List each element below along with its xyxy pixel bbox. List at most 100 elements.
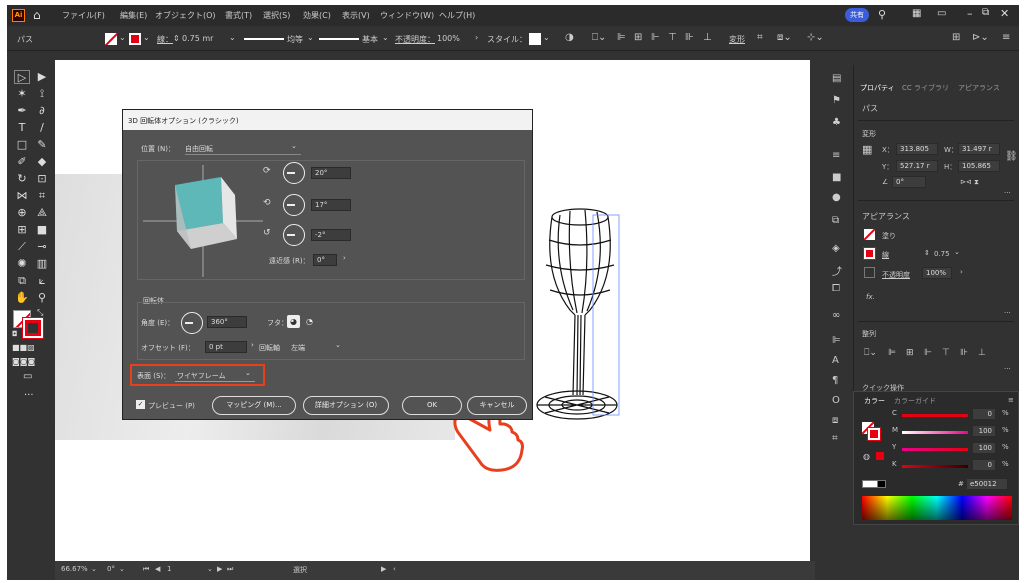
menu-effect[interactable]: 効果(C) xyxy=(303,10,331,21)
next-artboard-icon[interactable]: ▶ xyxy=(217,565,222,573)
fill-dropdown-icon[interactable]: ⌄ xyxy=(119,33,126,42)
color-panel-menu-icon[interactable]: ≡ xyxy=(1008,396,1014,404)
cap-off-button[interactable]: ◔ xyxy=(303,315,316,328)
transform-more-icon[interactable]: ··· xyxy=(1004,189,1011,197)
menu-type[interactable]: 書式(T) xyxy=(225,10,252,21)
stroke-color-indicator[interactable] xyxy=(22,317,44,339)
h-input[interactable]: 105.865 xyxy=(958,160,1000,172)
symbol-sprayer-icon[interactable]: ✺ xyxy=(14,257,30,271)
channel-y-slider[interactable] xyxy=(902,448,968,451)
width-tool-icon[interactable]: ⋈ xyxy=(14,189,30,203)
transform-panel-icon[interactable]: ⧈ xyxy=(832,415,838,426)
align-to-icon[interactable]: ⎕⌄ xyxy=(864,348,877,358)
w-input[interactable]: 31.497 r xyxy=(958,143,1000,155)
free-transform-icon[interactable]: ⌗ xyxy=(34,189,50,203)
tab-color-guide[interactable]: カラーガイド xyxy=(894,396,936,406)
close-icon[interactable]: ✕ xyxy=(1000,7,1009,20)
menu-select[interactable]: 選択(S) xyxy=(263,10,290,21)
align-selection-icon[interactable]: ⎕⌄ xyxy=(592,32,606,43)
isolate-icon[interactable]: ⌗ xyxy=(757,32,763,43)
brush-dropdown-icon[interactable]: ⌄ xyxy=(382,33,389,42)
style-dropdown-icon[interactable]: ⌄ xyxy=(543,33,550,42)
stroke-weight-stepper-icon[interactable]: ⇕ xyxy=(173,34,180,43)
type-tool-icon[interactable]: T xyxy=(14,121,30,135)
preview-checkbox[interactable]: ✓ xyxy=(136,400,145,409)
status-arrow-icon[interactable]: ▶ xyxy=(381,565,386,573)
magic-wand-icon[interactable]: ✶ xyxy=(14,87,30,101)
opacity-arrow-icon[interactable]: › xyxy=(475,33,478,42)
rotate-angle-input[interactable]: 0° xyxy=(892,176,926,188)
stroke-weight-input[interactable]: 0.75 mr xyxy=(182,34,213,43)
draw-mode-icons[interactable]: ◙◙◙ xyxy=(12,357,35,366)
shape-builder-icon[interactable]: ⊕ xyxy=(14,206,30,220)
channel-c-slider[interactable] xyxy=(902,414,968,417)
perspective-input[interactable]: 0° xyxy=(313,254,337,266)
rotation-dropdown-icon[interactable]: ⌄ xyxy=(119,565,125,573)
more-options-button[interactable]: 詳細オプション (O) xyxy=(303,396,389,415)
cap-on-button[interactable]: ◕ xyxy=(287,315,300,328)
rotate-x-knob[interactable] xyxy=(283,162,305,184)
surface-dropdown-icon[interactable]: ⌄ xyxy=(245,369,251,377)
align-left-icon[interactable]: ⊫ xyxy=(617,32,626,43)
pathfinder-icon[interactable]: ⌗ xyxy=(832,433,838,444)
rotate-z-input[interactable]: -2° xyxy=(311,229,351,241)
surface-select[interactable]: ワイヤフレーム xyxy=(177,371,226,381)
restore-icon[interactable]: ⧉ xyxy=(982,7,989,18)
align-middle-icon[interactable]: ⊪ xyxy=(685,32,694,43)
edit-toolbar-icon[interactable]: ··· xyxy=(24,390,34,401)
artboard-number[interactable]: 1 xyxy=(167,565,171,573)
curvature-icon[interactable]: ∂ xyxy=(34,104,50,118)
appearance-icon[interactable]: ♣ xyxy=(832,117,841,128)
tab-cc-libraries[interactable]: CC ライブラリ xyxy=(902,83,949,93)
rectangle-tool-icon[interactable]: □ xyxy=(14,138,30,152)
prev-artboard-icon[interactable]: ◀ xyxy=(155,565,160,573)
rotation-value[interactable]: 0° xyxy=(107,565,115,573)
mapping-button[interactable]: マッピング (M)... xyxy=(212,396,296,415)
x-input[interactable]: 313.805 xyxy=(896,143,938,155)
share-button[interactable]: 共有 xyxy=(845,8,869,22)
libraries-icon[interactable]: ⚑ xyxy=(832,95,841,106)
tab-appearance[interactable]: アピアランス xyxy=(958,83,1000,93)
search-icon[interactable]: ⚲ xyxy=(878,8,886,21)
zoom-dropdown-icon[interactable]: ⌄ xyxy=(91,565,97,573)
stroke-weight-value[interactable]: 0.75 xyxy=(934,250,950,258)
zoom-level[interactable]: 66.67% xyxy=(61,565,88,573)
panel-toggle-icon[interactable]: ⊞ xyxy=(952,32,960,43)
channel-k-input[interactable]: 0 xyxy=(972,459,996,471)
offset-arrow-icon[interactable]: › xyxy=(251,341,254,349)
channel-k-slider[interactable] xyxy=(902,465,968,468)
menu-window[interactable]: ウィンドウ(W) xyxy=(380,10,434,21)
rotate-x-input[interactable]: 20° xyxy=(311,167,351,179)
direct-selection-tool-icon[interactable]: ▶ xyxy=(34,70,50,84)
constrain-proportions-icon[interactable]: ⛓ xyxy=(1005,151,1018,162)
perspective-grid-icon[interactable]: ⟁ xyxy=(34,206,50,220)
blend-tool-icon[interactable]: ⊸ xyxy=(34,240,50,254)
shaper-icon[interactable]: ✐ xyxy=(14,155,30,169)
reference-point-icon[interactable]: ▦ xyxy=(862,143,872,156)
align-right-icon[interactable]: ⊩ xyxy=(651,32,660,43)
line-tool-icon[interactable]: / xyxy=(34,121,50,135)
align-right-icon[interactable]: ⊩ xyxy=(924,348,932,358)
align-more-icon[interactable]: ··· xyxy=(1004,365,1011,373)
recolor-icon[interactable]: ◑ xyxy=(565,32,574,43)
align-top-icon[interactable]: ⊤ xyxy=(942,348,950,358)
opentype-icon[interactable]: O xyxy=(832,395,840,406)
stroke-weight-dropdown-icon[interactable]: ⌄ xyxy=(954,248,960,256)
hex-input[interactable]: e50012 xyxy=(966,478,1008,490)
stroke-label[interactable]: 線 xyxy=(882,250,889,260)
links-icon[interactable]: ∞ xyxy=(832,310,840,321)
export-icon[interactable]: ⤴ xyxy=(832,263,842,278)
rotate-y-input[interactable]: 17° xyxy=(311,199,351,211)
y-input[interactable]: 527.17 r xyxy=(896,160,938,172)
position-dropdown-icon[interactable]: ⌄ xyxy=(291,142,297,150)
stroke-weight-dropdown-icon[interactable]: ⌄ xyxy=(229,33,236,42)
graph-tool-icon[interactable]: ▥ xyxy=(34,257,50,271)
home-icon[interactable]: ⌂ xyxy=(33,8,41,22)
pen-tool-icon[interactable]: ✒ xyxy=(14,104,30,118)
opacity-input[interactable]: 100% xyxy=(437,34,460,43)
symbols-icon[interactable]: ⧉ xyxy=(832,215,839,226)
appearance-more-icon[interactable]: ··· xyxy=(1004,309,1011,317)
scroll-left-icon[interactable]: ‹ xyxy=(393,565,396,573)
tab-properties[interactable]: プロパティ xyxy=(860,83,895,93)
selection-tool-icon[interactable]: ▷ xyxy=(14,70,30,84)
